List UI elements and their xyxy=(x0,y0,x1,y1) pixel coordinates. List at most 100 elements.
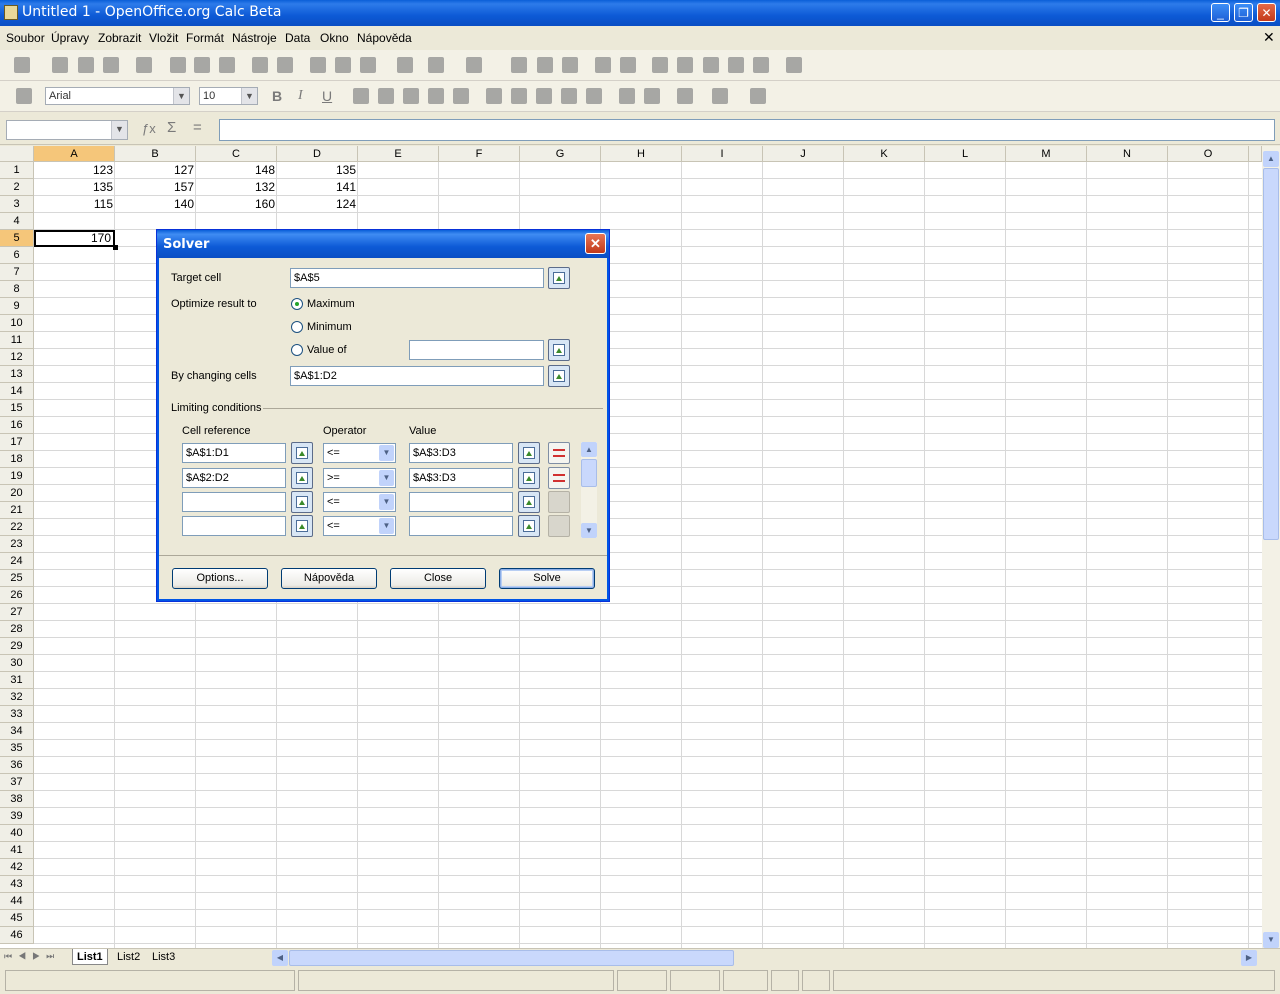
select-all-corner[interactable] xyxy=(0,146,34,162)
delete-condition-button[interactable] xyxy=(548,442,570,464)
maximum-label[interactable]: Maximum xyxy=(307,298,355,310)
function-wizard-icon[interactable]: ƒx xyxy=(142,121,156,136)
changing-cells-input[interactable]: $A$1:D2 xyxy=(290,366,544,386)
hyperlink-icon[interactable] xyxy=(511,57,527,73)
sheet-tab-list2[interactable]: List2 xyxy=(113,949,144,965)
font-size-combo[interactable]: 10 ▼ xyxy=(199,87,258,105)
sort-ascending-icon[interactable] xyxy=(537,57,553,73)
gallery-icon[interactable] xyxy=(703,57,719,73)
cell-c2[interactable]: 132 xyxy=(196,179,277,196)
condition-operator-select[interactable]: <= ▼ xyxy=(323,443,396,463)
column-header-o[interactable]: O xyxy=(1168,146,1249,162)
column-header-d[interactable]: D xyxy=(277,146,358,162)
row-header[interactable]: 28 xyxy=(0,621,34,638)
styles-icon[interactable] xyxy=(16,88,32,104)
sheet-tab-list3[interactable]: List3 xyxy=(148,949,179,965)
spellcheck-icon[interactable] xyxy=(252,57,268,73)
menu-nastroje[interactable]: Nástroje xyxy=(232,31,277,45)
row-header[interactable]: 41 xyxy=(0,842,34,859)
scroll-up-icon[interactable]: ▲ xyxy=(581,442,597,457)
row-header[interactable]: 46 xyxy=(0,927,34,944)
print-preview-icon[interactable] xyxy=(219,57,235,73)
autospell-icon[interactable] xyxy=(277,57,293,73)
horizontal-scroll-thumb[interactable] xyxy=(289,950,734,966)
condition-ref-shrink-button[interactable] xyxy=(291,515,313,537)
chevron-down-icon[interactable]: ▼ xyxy=(379,470,394,486)
help-icon[interactable] xyxy=(786,57,802,73)
row-header[interactable]: 3 xyxy=(0,196,34,213)
percent-icon[interactable] xyxy=(511,88,527,104)
value-of-input[interactable] xyxy=(409,340,544,360)
condition-value-input[interactable]: $A$3:D3 xyxy=(409,468,513,488)
font-name-combo[interactable]: Arial ▼ xyxy=(45,87,190,105)
scroll-up-icon[interactable]: ▲ xyxy=(1263,151,1279,167)
column-header-j[interactable]: J xyxy=(763,146,844,162)
value-of-label[interactable]: Value of xyxy=(307,344,347,356)
minimize-button[interactable]: _ xyxy=(1211,3,1230,22)
row-header[interactable]: 9 xyxy=(0,298,34,315)
edit-file-icon[interactable] xyxy=(136,57,152,73)
borders-icon[interactable] xyxy=(677,88,693,104)
cell-d3[interactable]: 124 xyxy=(277,196,358,213)
row-header[interactable]: 6 xyxy=(0,247,34,264)
background-color-icon[interactable] xyxy=(712,88,728,104)
row-header[interactable]: 31 xyxy=(0,672,34,689)
format-paintbrush-icon[interactable] xyxy=(397,57,413,73)
condition-value-shrink-button[interactable] xyxy=(518,515,540,537)
column-header-e[interactable]: E xyxy=(358,146,439,162)
open-icon[interactable] xyxy=(52,57,68,73)
maximize-button[interactable]: ❐ xyxy=(1234,3,1253,22)
fill-handle[interactable] xyxy=(113,245,118,250)
condition-value-input[interactable]: $A$3:D3 xyxy=(409,443,513,463)
cell-d1[interactable]: 135 xyxy=(277,162,358,179)
name-box[interactable]: ▼ xyxy=(6,120,128,140)
function-icon[interactable]: = xyxy=(193,119,202,136)
row-header[interactable]: 37 xyxy=(0,774,34,791)
target-cell-input[interactable]: $A$5 xyxy=(290,268,544,288)
row-header[interactable]: 42 xyxy=(0,859,34,876)
row-header[interactable]: 1 xyxy=(0,162,34,179)
menu-napoveda[interactable]: Nápověda xyxy=(357,31,412,45)
datasources-icon[interactable] xyxy=(728,57,744,73)
column-header-f[interactable]: F xyxy=(439,146,520,162)
condition-ref-input[interactable]: $A$1:D1 xyxy=(182,443,286,463)
dialog-close-button[interactable]: ✕ xyxy=(585,233,606,254)
align-center-icon[interactable] xyxy=(378,88,394,104)
condition-operator-select[interactable]: <= ▼ xyxy=(323,516,396,536)
menu-soubor[interactable]: Soubor xyxy=(6,31,45,45)
export-pdf-icon[interactable] xyxy=(170,57,186,73)
row-header[interactable]: 30 xyxy=(0,655,34,672)
condition-ref-shrink-button[interactable] xyxy=(291,467,313,489)
row-header[interactable]: 38 xyxy=(0,791,34,808)
row-header[interactable]: 44 xyxy=(0,893,34,910)
font-color-icon[interactable] xyxy=(750,88,766,104)
menu-zobrazit[interactable]: Zobrazit xyxy=(98,31,141,45)
radio-minimum[interactable] xyxy=(291,321,303,333)
row-header[interactable]: 24 xyxy=(0,553,34,570)
draw-functions-icon[interactable] xyxy=(620,57,636,73)
condition-value-shrink-button[interactable] xyxy=(518,442,540,464)
menu-vlozit[interactable]: Vložit xyxy=(149,31,178,45)
decrease-indent-icon[interactable] xyxy=(619,88,635,104)
row-header[interactable]: 43 xyxy=(0,876,34,893)
row-header[interactable]: 29 xyxy=(0,638,34,655)
column-header-h[interactable]: H xyxy=(601,146,682,162)
column-header-p[interactable] xyxy=(1249,146,1262,162)
menu-upravy[interactable]: Úpravy xyxy=(51,31,89,45)
increase-indent-icon[interactable] xyxy=(644,88,660,104)
chart-icon[interactable] xyxy=(595,57,611,73)
row-header[interactable]: 27 xyxy=(0,604,34,621)
conditions-scrollbar[interactable]: ▲ ▼ xyxy=(581,442,597,538)
row-header[interactable]: 8 xyxy=(0,281,34,298)
row-header[interactable]: 16 xyxy=(0,417,34,434)
scroll-down-icon[interactable]: ▼ xyxy=(1263,932,1279,948)
new-icon[interactable] xyxy=(14,57,30,73)
row-header[interactable]: 26 xyxy=(0,587,34,604)
currency-icon[interactable] xyxy=(486,88,502,104)
cell-d2[interactable]: 141 xyxy=(277,179,358,196)
sheet-tab-list1[interactable]: List1 xyxy=(72,949,108,965)
sum-icon[interactable]: Σ xyxy=(167,119,176,136)
row-header[interactable]: 13 xyxy=(0,366,34,383)
column-header-a[interactable]: A xyxy=(34,146,115,162)
close-document-icon[interactable]: ✕ xyxy=(1263,29,1275,46)
